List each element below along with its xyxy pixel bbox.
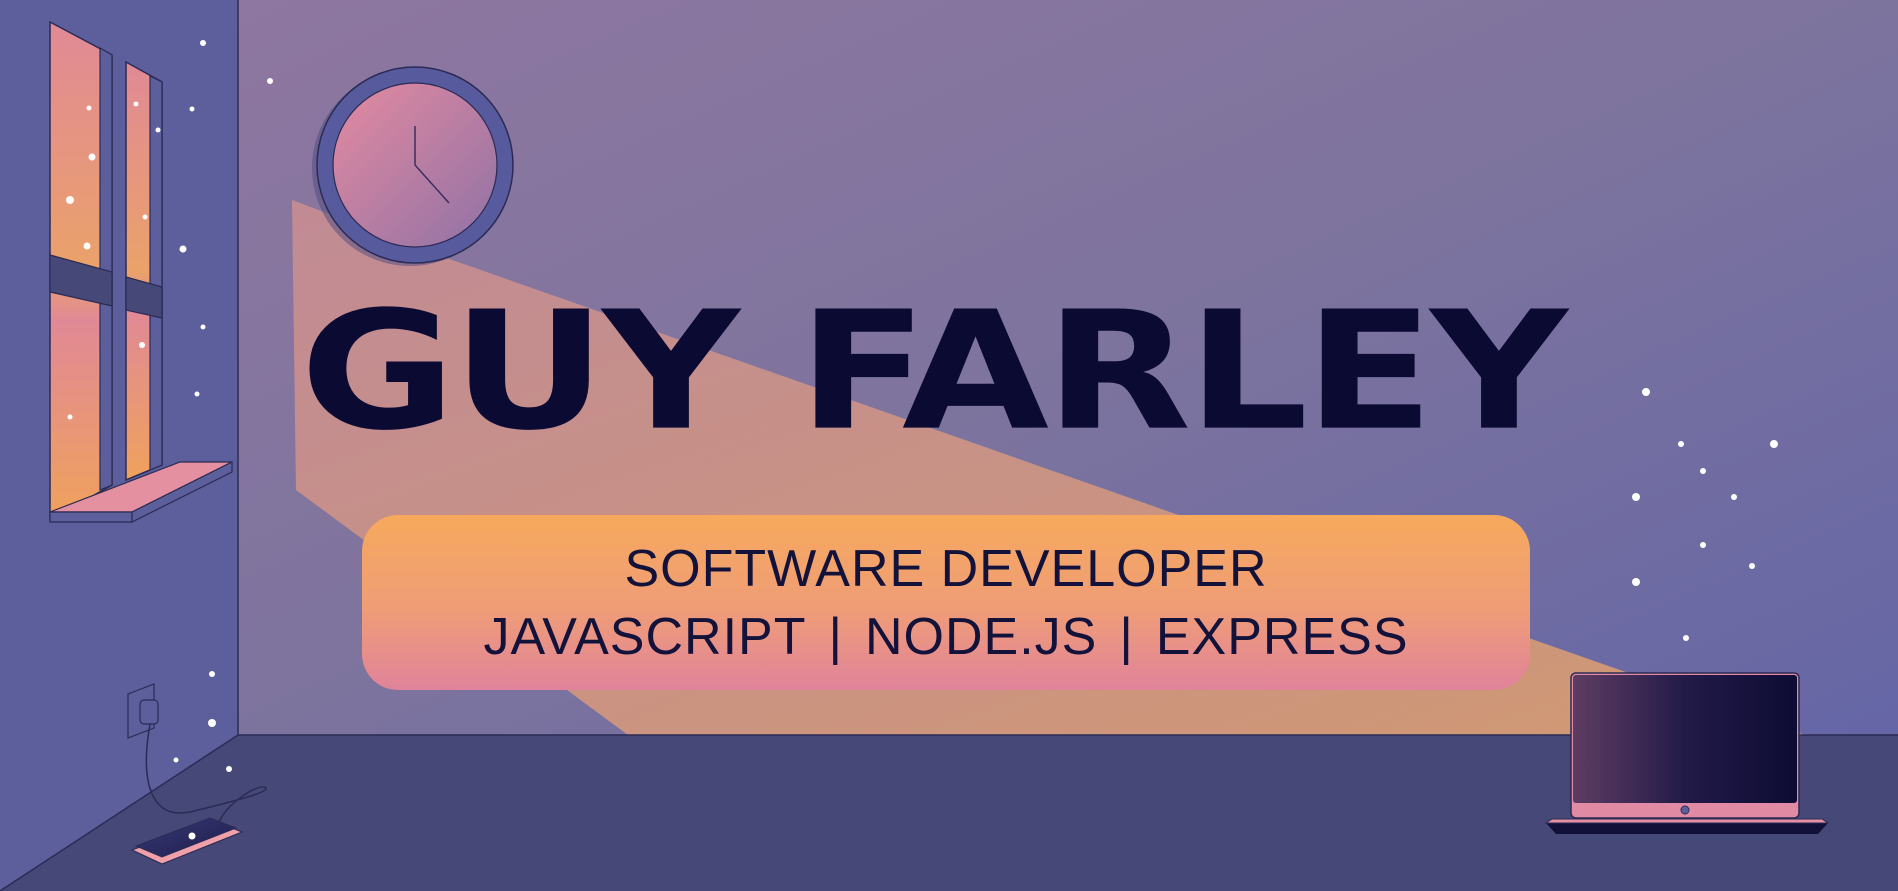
- laptop-icon: [1544, 672, 1830, 834]
- skill-nodejs: NODE.JS: [864, 608, 1098, 666]
- skill-separator: |: [828, 608, 843, 666]
- hero-scene: GUY FARLEY SOFTWARE DEVELOPER JAVASCRIPT…: [0, 0, 1898, 891]
- skill-javascript: JAVASCRIPT: [483, 608, 807, 666]
- skills-line: JAVASCRIPT | NODE.JS | EXPRESS: [362, 607, 1530, 667]
- skill-express: EXPRESS: [1155, 608, 1409, 666]
- page-title: GUY FARLEY: [300, 276, 1568, 467]
- role-text: SOFTWARE DEVELOPER: [624, 540, 1268, 598]
- role-banner: SOFTWARE DEVELOPER JAVASCRIPT | NODE.JS | EX…: [362, 515, 1530, 690]
- side-wall: [0, 0, 238, 891]
- skill-separator: |: [1119, 608, 1134, 666]
